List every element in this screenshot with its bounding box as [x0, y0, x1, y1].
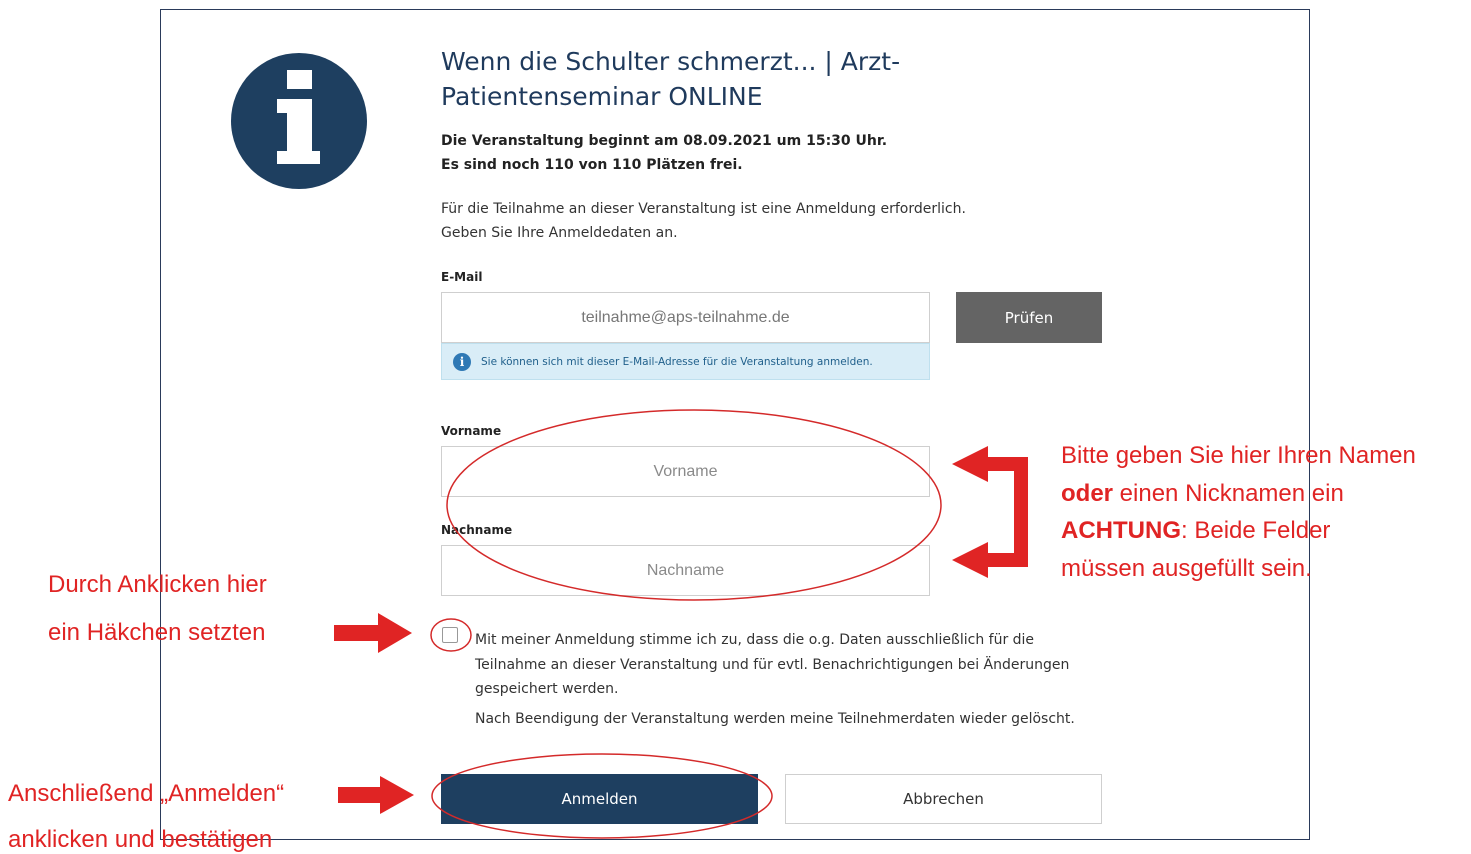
firstname-input[interactable]	[441, 446, 930, 497]
submit-annotation-line2: anklicken und bestätigen	[8, 826, 273, 853]
cancel-button[interactable]: Abbrechen	[785, 774, 1102, 824]
email-hint-text: Sie können sich mit dieser E-Mail-Adress…	[481, 355, 873, 368]
email-input[interactable]	[441, 292, 930, 343]
intro-text: Für die Teilnahme an dieser Veranstaltun…	[441, 201, 966, 217]
checkbox-annotation-line1: Durch Anklicken hier	[48, 571, 267, 598]
seats-available: Es sind noch 110 von 110 Plätzen frei.	[441, 157, 743, 173]
check-button[interactable]: Prüfen	[956, 292, 1102, 343]
consent-text: Mit meiner Anmeldung stimme ich zu, dass…	[475, 632, 1070, 697]
names-annotation-warning: ACHTUNG	[1061, 517, 1181, 544]
lastname-input[interactable]	[441, 545, 930, 596]
names-annotation-line2: oder einen Nicknamen ein	[1061, 480, 1344, 508]
email-label: E-Mail	[441, 270, 483, 284]
names-annotation-line4: müssen ausgefüllt sein.	[1061, 555, 1312, 582]
info-icon: i	[453, 352, 471, 371]
consent-checkbox[interactable]	[442, 627, 458, 643]
names-annotation-emphasis: oder	[1061, 480, 1114, 507]
names-annotation-line1: Bitte geben Sie hier Ihren Namen	[1061, 442, 1416, 469]
names-annotation-text: : Beide Felder	[1181, 517, 1331, 544]
email-hint: i Sie können sich mit dieser E-Mail-Adre…	[441, 343, 930, 380]
names-annotation-line3: ACHTUNG: Beide Felder	[1061, 517, 1330, 545]
intro-text-2: Geben Sie Ihre Anmeldedaten an.	[441, 225, 678, 241]
submit-annotation-line1: Anschließend „Anmelden“	[8, 780, 285, 807]
lastname-label: Nachname	[441, 523, 513, 537]
info-icon	[231, 53, 367, 189]
submit-button[interactable]: Anmelden	[441, 774, 758, 824]
deletion-note: Nach Beendigung der Veranstaltung werden…	[475, 711, 1075, 727]
event-start: Die Veranstaltung beginnt am 08.09.2021 …	[441, 133, 888, 149]
checkbox-annotation-line2: ein Häkchen setzten	[48, 619, 266, 646]
names-annotation-text: einen Nicknamen ein	[1113, 480, 1344, 507]
firstname-label: Vorname	[441, 424, 502, 438]
event-title: Wenn die Schulter schmerzt... | Arzt-Pat…	[441, 47, 901, 111]
